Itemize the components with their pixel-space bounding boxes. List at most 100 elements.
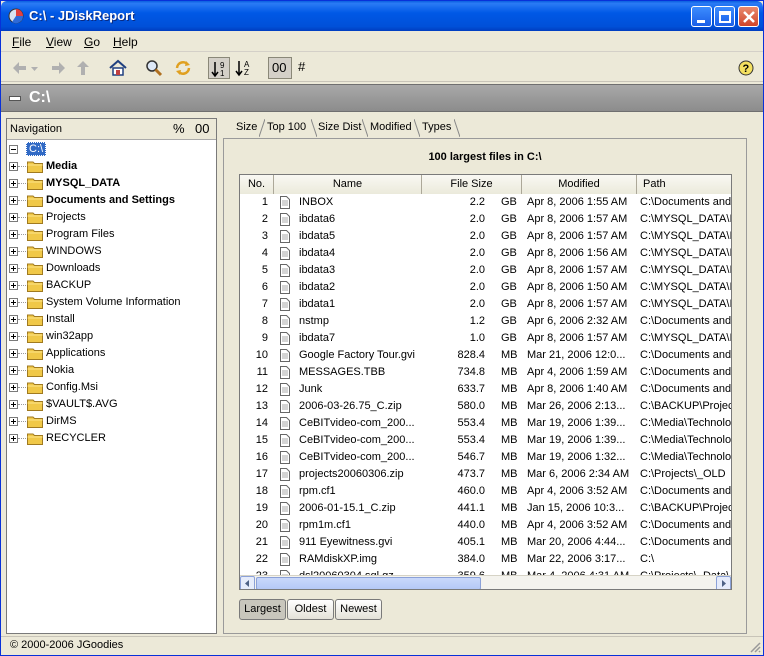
tree-root-label[interactable]: C:\: [26, 142, 47, 156]
tree-root[interactable]: C:\: [7, 141, 216, 158]
column-header-path[interactable]: Path: [637, 175, 731, 194]
up-button[interactable]: [72, 57, 94, 79]
maximize-button[interactable]: [714, 6, 735, 27]
resize-grip-icon[interactable]: [749, 641, 761, 653]
menu-view[interactable]: View: [46, 35, 72, 49]
collapse-icon[interactable]: [9, 96, 21, 101]
expand-icon[interactable]: [9, 196, 18, 205]
close-button[interactable]: [738, 6, 759, 27]
menu-go[interactable]: Go: [84, 35, 100, 49]
tab-types[interactable]: Types: [422, 121, 451, 133]
percent-toggle[interactable]: %: [173, 121, 185, 136]
tree-item[interactable]: DirMS: [7, 413, 216, 430]
expand-icon[interactable]: [9, 400, 18, 409]
horizontal-scrollbar[interactable]: [240, 575, 731, 589]
show-size-toggle[interactable]: 00: [268, 57, 292, 79]
tree-item[interactable]: Program Files: [7, 226, 216, 243]
expand-icon[interactable]: [9, 434, 18, 443]
table-row[interactable]: 16 CeBITvideo-com_200... 546.7 MB Mar 19, 20…: [240, 449, 731, 466]
back-history-button[interactable]: [29, 57, 41, 79]
table-row[interactable]: 14 CeBITvideo-com_200... 553.4 MB Mar 19, 20…: [240, 415, 731, 432]
column-header-name[interactable]: Name: [274, 175, 422, 194]
tree-item[interactable]: MYSQL_DATA: [7, 175, 216, 192]
column-header-modified[interactable]: Modified: [522, 175, 637, 194]
table-row[interactable]: 8 nstmp 1.2 GB Apr 6, 2006 2:32 AM C:\Documen…: [240, 313, 731, 330]
tree-item[interactable]: System Volume Information: [7, 294, 216, 311]
expand-icon[interactable]: [9, 230, 18, 239]
table-row[interactable]: 10 Google Factory Tour.gvi 828.4 MB Mar 21, …: [240, 347, 731, 364]
table-row[interactable]: 21 911 Eyewitness.gvi 405.1 MB Mar 20, 2006 …: [240, 534, 731, 551]
expand-icon[interactable]: [9, 179, 18, 188]
scroll-right-button[interactable]: [716, 576, 731, 589]
forward-button[interactable]: [47, 57, 69, 79]
home-button[interactable]: [107, 57, 129, 79]
horizontal-scroll-thumb[interactable]: [256, 577, 481, 589]
table-row[interactable]: 3 ibdata5 2.0 GB Apr 8, 2006 1:57 AM C:\MYSQL…: [240, 228, 731, 245]
tree-item[interactable]: Media: [7, 158, 216, 175]
tree-item[interactable]: Downloads: [7, 260, 216, 277]
expand-icon[interactable]: [9, 247, 18, 256]
table-row[interactable]: 7 ibdata1 2.0 GB Apr 8, 2006 1:57 AM C:\MYSQL…: [240, 296, 731, 313]
column-header-file-size[interactable]: File Size: [422, 175, 522, 194]
help-button[interactable]: ?: [735, 57, 757, 79]
table-row[interactable]: 1 INBOX 2.2 GB Apr 8, 2006 1:55 AM C:\Documen…: [240, 194, 731, 211]
table-row[interactable]: 6 ibdata2 2.0 GB Apr 8, 2006 1:50 AM C:\MYSQL…: [240, 279, 731, 296]
tab-modified[interactable]: Modified: [370, 121, 412, 133]
expand-icon[interactable]: [9, 315, 18, 324]
tree-item[interactable]: BACKUP: [7, 277, 216, 294]
oldest-button[interactable]: Oldest: [287, 599, 334, 620]
minimize-button[interactable]: [691, 6, 712, 27]
title-bar[interactable]: C:\ - JDiskReport: [1, 1, 763, 31]
tree-item[interactable]: win32app: [7, 328, 216, 345]
table-row[interactable]: 4 ibdata4 2.0 GB Apr 8, 2006 1:56 AM C:\MYSQL…: [240, 245, 731, 262]
table-row[interactable]: 22 RAMdiskXP.img 384.0 MB Mar 22, 2006 3:17.…: [240, 551, 731, 568]
tab-size-dist[interactable]: Size Dist: [318, 121, 361, 133]
table-row[interactable]: 17 projects20060306.zip 473.7 MB Mar 6, 2006…: [240, 466, 731, 483]
sort-descending-button[interactable]: 91: [208, 57, 230, 79]
expand-icon[interactable]: [9, 417, 18, 426]
expand-icon[interactable]: [9, 213, 18, 222]
expand-icon[interactable]: [9, 264, 18, 273]
tree-item[interactable]: Documents and Settings: [7, 192, 216, 209]
back-button[interactable]: [9, 57, 31, 79]
tab-top-100[interactable]: Top 100: [267, 121, 306, 133]
table-row[interactable]: 11 MESSAGES.TBB 734.8 MB Apr 4, 2006 1:59 AM…: [240, 364, 731, 381]
expand-icon[interactable]: [9, 162, 18, 171]
expand-icon[interactable]: [9, 366, 18, 375]
tree-item[interactable]: WINDOWS: [7, 243, 216, 260]
tree-item[interactable]: Projects: [7, 209, 216, 226]
tab-size[interactable]: Size: [236, 121, 257, 133]
app-icon[interactable]: [7, 7, 25, 25]
table-row[interactable]: 19 2006-01-15.1_C.zip 441.1 MB Jan 15, 2006 …: [240, 500, 731, 517]
search-button[interactable]: [143, 57, 165, 79]
newest-button[interactable]: Newest: [335, 599, 382, 620]
tree-item[interactable]: RECYCLER: [7, 430, 216, 447]
scroll-left-button[interactable]: [240, 576, 255, 589]
refresh-button[interactable]: [172, 57, 194, 79]
table-row[interactable]: 20 rpm1m.cf1 440.0 MB Apr 4, 2006 3:52 AM C:\…: [240, 517, 731, 534]
table-row[interactable]: 12 Junk 633.7 MB Apr 8, 2006 1:40 AM C:\Docum…: [240, 381, 731, 398]
tree-item[interactable]: Install: [7, 311, 216, 328]
tree-item[interactable]: Nokia: [7, 362, 216, 379]
table-row[interactable]: 13 2006-03-26.75_C.zip 580.0 MB Mar 26, 2006…: [240, 398, 731, 415]
expand-icon[interactable]: [9, 298, 18, 307]
tree-item[interactable]: Config.Msi: [7, 379, 216, 396]
table-row[interactable]: 9 ibdata7 1.0 GB Apr 8, 2006 1:57 AM C:\MYSQL…: [240, 330, 731, 347]
column-header-no[interactable]: No.: [240, 175, 274, 194]
largest-button[interactable]: Largest: [239, 599, 286, 620]
expand-icon[interactable]: [9, 332, 18, 341]
size-toggle[interactable]: 00: [195, 121, 209, 136]
expand-icon[interactable]: [9, 383, 18, 392]
menu-help[interactable]: Help: [113, 35, 138, 49]
table-row[interactable]: 2 ibdata6 2.0 GB Apr 8, 2006 1:57 AM C:\MYSQL…: [240, 211, 731, 228]
table-row[interactable]: 5 ibdata3 2.0 GB Apr 8, 2006 1:57 AM C:\MYSQL…: [240, 262, 731, 279]
sort-alphabetical-button[interactable]: AZ: [233, 57, 255, 79]
menu-file[interactable]: File: [12, 35, 31, 49]
expand-icon[interactable]: [9, 349, 18, 358]
table-row[interactable]: 18 rpm.cf1 460.0 MB Apr 4, 2006 3:52 AM C:\Do…: [240, 483, 731, 500]
table-row[interactable]: 15 CeBITvideo-com_200... 553.4 MB Mar 19, 20…: [240, 432, 731, 449]
show-count-toggle[interactable]: #: [294, 57, 316, 79]
tree-item[interactable]: Applications: [7, 345, 216, 362]
collapse-icon[interactable]: [9, 145, 18, 154]
expand-icon[interactable]: [9, 281, 18, 290]
